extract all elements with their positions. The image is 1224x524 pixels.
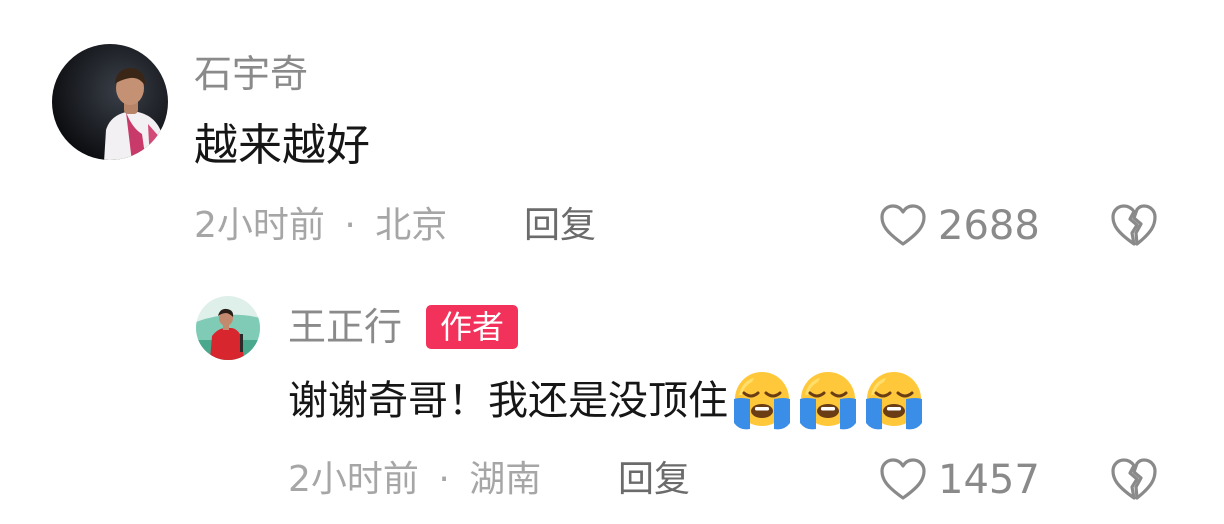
- like-count: 2688: [938, 203, 1040, 249]
- avatar-photo-icon: [196, 296, 260, 360]
- dislike-button[interactable]: [1108, 199, 1160, 251]
- broken-heart-icon: [1111, 204, 1157, 246]
- comment-username[interactable]: 石宇奇: [194, 51, 308, 97]
- heart-outline-icon: [880, 204, 926, 246]
- broken-heart-icon: [1111, 458, 1157, 500]
- reply-item: 王正行 作者 谢谢奇哥！我还是没顶住 2小时前 · 湖南 回复 1457: [0, 260, 1224, 524]
- reply-button[interactable]: 回复: [618, 457, 690, 503]
- reply-location: 湖南: [469, 459, 542, 500]
- loudly-crying-face-icon: [796, 369, 860, 433]
- like-button[interactable]: 2688: [878, 198, 1040, 254]
- reply-username[interactable]: 王正行: [288, 304, 402, 350]
- like-count: 1457: [938, 457, 1040, 503]
- loudly-crying-face-icon: [730, 369, 794, 433]
- meta-separator: ·: [438, 459, 450, 500]
- author-badge: 作者: [426, 305, 518, 349]
- comment-text-content: 越来越好: [194, 120, 370, 171]
- heart-outline-icon: [880, 458, 926, 500]
- avatar-photo-icon: [52, 44, 168, 160]
- loudly-crying-face-icon: [862, 369, 926, 433]
- dislike-button[interactable]: [1108, 453, 1160, 505]
- comment-meta: 2小时前 · 北京: [194, 203, 447, 249]
- comment-item: 石宇奇 越来越好 2小时前 · 北京 回复 2688: [0, 0, 1224, 260]
- reply-button[interactable]: 回复: [524, 203, 596, 249]
- comment-text: 越来越好: [194, 118, 370, 174]
- reply-text-content: 谢谢奇哥！我还是没顶住: [288, 378, 728, 424]
- reply-text: 谢谢奇哥！我还是没顶住: [288, 366, 926, 436]
- reply-time: 2小时前: [288, 459, 419, 500]
- user-avatar[interactable]: [52, 44, 168, 160]
- meta-separator: ·: [344, 205, 356, 246]
- comment-location: 北京: [375, 205, 448, 246]
- reply-user-avatar[interactable]: [196, 296, 260, 360]
- like-button[interactable]: 1457: [878, 452, 1040, 508]
- reply-meta: 2小时前 · 湖南: [288, 457, 541, 503]
- comment-time: 2小时前: [194, 205, 325, 246]
